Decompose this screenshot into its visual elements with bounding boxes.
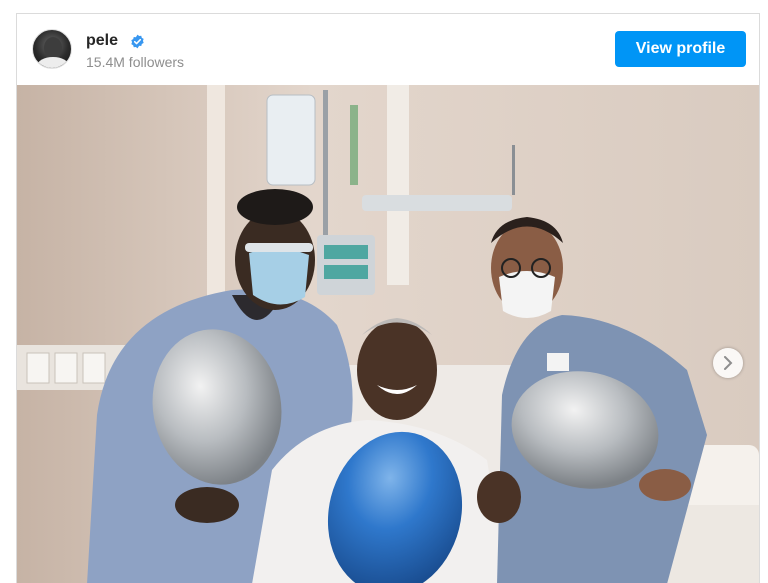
view-profile-button[interactable]: View profile	[615, 31, 746, 67]
next-photo-button[interactable]	[713, 348, 743, 378]
profile-avatar[interactable]	[32, 29, 72, 69]
username[interactable]: pele	[86, 32, 118, 50]
chevron-right-icon	[724, 356, 733, 370]
instagram-embed-card: pele 15.4M followers View profile	[16, 13, 760, 583]
post-header: pele 15.4M followers View profile	[17, 14, 759, 85]
follower-count: 15.4M followers	[86, 54, 185, 70]
post-photo[interactable]	[17, 85, 759, 583]
verified-badge-icon	[131, 34, 144, 49]
